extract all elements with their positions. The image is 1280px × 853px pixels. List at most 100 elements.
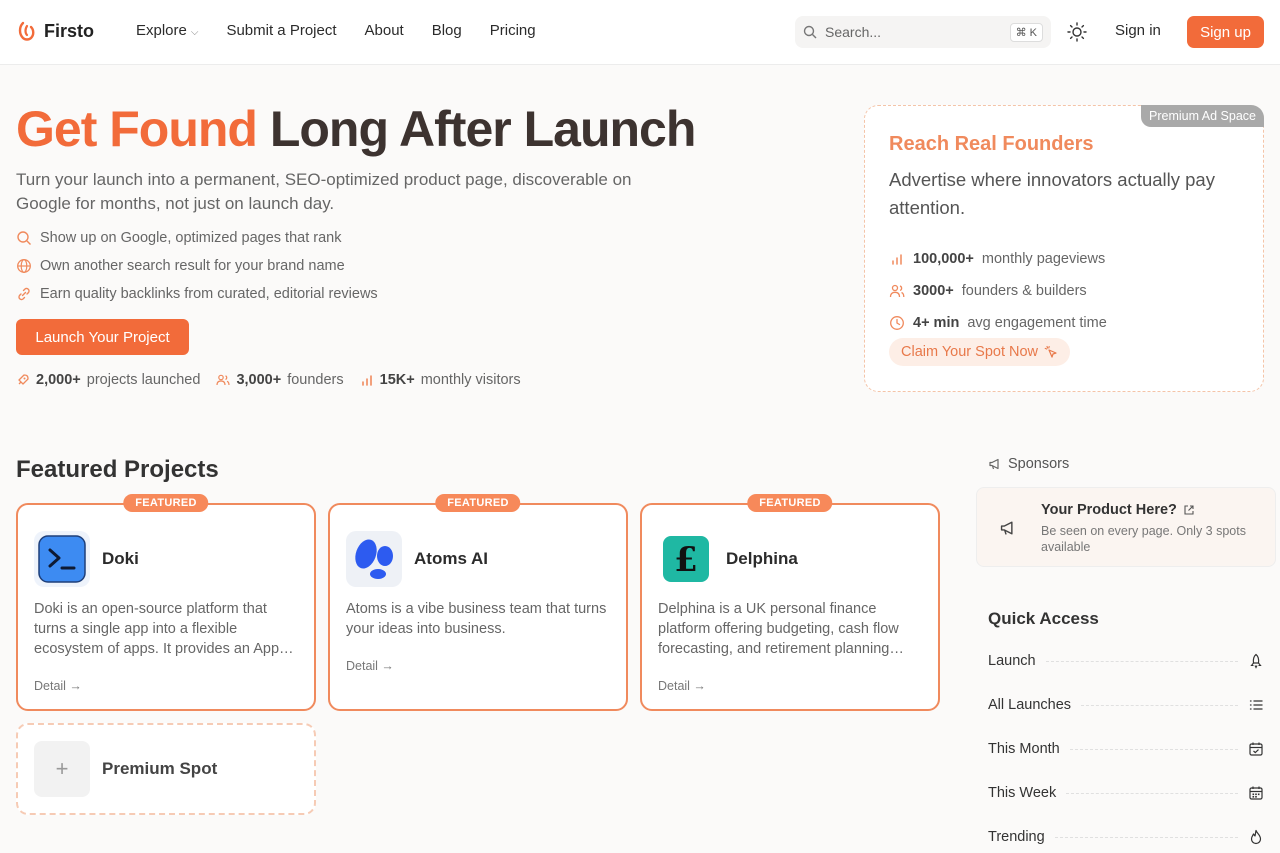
- project-description: Delphina is a UK personal finance platfo…: [658, 601, 899, 657]
- claim-spot-button[interactable]: Claim Your Spot Now: [889, 338, 1071, 366]
- delphina-logo: £: [658, 531, 714, 587]
- quick-access-this-month[interactable]: This Month: [988, 727, 1264, 771]
- hero-subtitle: Turn your launch into a permanent, SEO-o…: [16, 170, 632, 213]
- nav-explore[interactable]: Explore ⌵: [136, 22, 198, 39]
- svg-text:£: £: [674, 540, 698, 580]
- users-icon: [216, 374, 231, 386]
- project-card-delphina[interactable]: FEATURED £ Delphina Delphina is a UK per…: [640, 494, 940, 711]
- quick-access-label: All Launches: [988, 697, 1072, 713]
- project-name: Atoms AI: [414, 549, 488, 568]
- project-card-atoms[interactable]: FEATURED Atoms AI Atoms is a vibe busine…: [328, 494, 628, 711]
- stat-founders: 3,000+ founders: [216, 372, 344, 388]
- nav-submit[interactable]: Submit a Project: [226, 22, 336, 39]
- project-detail-link[interactable]: Detail →: [658, 679, 706, 693]
- nav-explore-label: Explore: [136, 22, 187, 39]
- ad-badge: Premium Ad Space: [1141, 105, 1264, 127]
- rocket-icon: [18, 374, 29, 385]
- launch-project-button[interactable]: Launch Your Project: [16, 319, 189, 355]
- featured-badge: FEATURED: [123, 494, 209, 512]
- featured-badge: FEATURED: [747, 494, 833, 512]
- search-icon: [803, 25, 817, 39]
- search-icon: [17, 231, 31, 245]
- sponsor-title-text: Your Product Here?: [1041, 502, 1177, 518]
- ad-stat-value: 3000+: [913, 283, 954, 299]
- ad-stat-row: 4+ min avg engagement time: [889, 307, 1107, 339]
- quick-access-launch[interactable]: Launch: [988, 639, 1264, 683]
- signin-link[interactable]: Sign in: [1115, 22, 1161, 39]
- quick-access-label: This Week: [988, 785, 1057, 801]
- nav-links: Explore ⌵ Submit a Project About Blog Pri…: [136, 22, 536, 39]
- quick-access-trending[interactable]: Trending: [988, 815, 1264, 853]
- calendar-icon: [1249, 786, 1263, 800]
- stat-projects: 2,000+ projects launched: [16, 372, 200, 388]
- stat-label: projects launched: [86, 372, 201, 388]
- theme-toggle-sun-icon[interactable]: [1066, 21, 1088, 43]
- brand-logo[interactable]: Firsto: [16, 20, 94, 42]
- nav-pricing[interactable]: Pricing: [490, 22, 536, 39]
- rocket-icon: [1250, 653, 1262, 669]
- bullet-item: Show up on Google, optimized pages that …: [16, 224, 378, 252]
- dotted-divider: [1045, 660, 1238, 662]
- dotted-divider: [1081, 704, 1238, 706]
- search-input[interactable]: Search... ⌘ K: [795, 16, 1051, 48]
- quick-access-label: This Month: [988, 741, 1060, 757]
- premium-spot-label: Premium Spot: [102, 759, 218, 778]
- signup-button[interactable]: Sign up: [1187, 16, 1264, 48]
- bullet-item: Own another search result for your brand…: [16, 252, 378, 280]
- nav-blog[interactable]: Blog: [432, 22, 462, 39]
- featured-heading: Featured Projects: [16, 456, 219, 483]
- project-name: Doki: [102, 549, 139, 568]
- ad-stat-label: monthly pageviews: [981, 251, 1106, 267]
- project-detail-link[interactable]: Detail →: [346, 659, 394, 673]
- project-description: Doki is an open-source platform that tur…: [34, 601, 280, 657]
- project-description: Atoms is a vibe business team that turns…: [346, 601, 607, 637]
- atoms-shapes-icon: [355, 539, 393, 579]
- megaphone-icon: [989, 458, 999, 470]
- featured-badge: FEATURED: [435, 494, 521, 512]
- bullet-text: Earn quality backlinks from curated, edi…: [40, 286, 378, 302]
- sponsor-title: Your Product Here?: [1041, 502, 1195, 518]
- quick-access-this-week[interactable]: This Week: [988, 771, 1264, 815]
- clock-icon: [890, 316, 904, 330]
- link-icon: [18, 287, 30, 301]
- bullet-text: Own another search result for your brand…: [40, 258, 345, 274]
- globe-icon: [17, 259, 31, 273]
- plus-icon: +: [34, 741, 90, 797]
- ad-stat-value: 4+ min: [913, 315, 960, 331]
- cursor-click-icon: [1044, 345, 1057, 358]
- doki-logo: [34, 531, 90, 587]
- sponsor-subtitle: Be seen on every page. Only 3 spots avai…: [1041, 524, 1246, 554]
- dotted-divider: [1054, 836, 1238, 838]
- sponsor-card[interactable]: Your Product Here? Be seen on every page…: [976, 487, 1276, 567]
- project-detail-link[interactable]: Detail →: [34, 679, 82, 693]
- dotted-divider: [1066, 792, 1238, 794]
- bar-chart-icon: [892, 254, 902, 265]
- ad-stat-value: 100,000+: [913, 251, 974, 267]
- ad-stats: 100,000+ monthly pageviews 3000+ founders …: [889, 243, 1107, 339]
- nav-about[interactable]: About: [365, 22, 404, 39]
- calendar-check-icon: [1249, 742, 1263, 756]
- stat-value: 3,000+: [236, 372, 282, 388]
- quick-access-list: Launch All Launches This Month This Week…: [988, 639, 1264, 853]
- pound-sign-icon: £: [663, 536, 709, 582]
- premium-spot-card[interactable]: + Premium Spot: [16, 723, 316, 815]
- bar-chart-icon: [361, 375, 372, 386]
- quick-access-all-launches[interactable]: All Launches: [988, 683, 1264, 727]
- stat-value: 15K+: [379, 372, 415, 388]
- users-icon: [889, 284, 905, 298]
- search-placeholder: Search...: [825, 24, 882, 40]
- atoms-logo: [346, 531, 402, 587]
- sponsors-heading: Sponsors: [988, 456, 1069, 472]
- project-card-doki[interactable]: FEATURED Doki Doki is an open-source pla…: [16, 494, 316, 711]
- stat-label: monthly visitors: [420, 372, 521, 388]
- ad-stat-row: 3000+ founders & builders: [889, 275, 1107, 307]
- brand-name: Firsto: [44, 20, 95, 41]
- hero-title-rest: Long After Launch: [256, 101, 697, 157]
- premium-ad-card[interactable]: Premium Ad Space Reach Real Founders Adv…: [864, 105, 1264, 392]
- chevron-down-icon: ⌵: [190, 27, 199, 38]
- hero-stats: 2,000+ projects launched 3,000+ founders 1…: [16, 372, 521, 388]
- hero-title-accent: Get Found: [16, 101, 258, 157]
- terminal-icon: [38, 535, 86, 583]
- hero-bullets: Show up on Google, optimized pages that …: [16, 224, 378, 308]
- flame-logo-icon: [18, 21, 35, 41]
